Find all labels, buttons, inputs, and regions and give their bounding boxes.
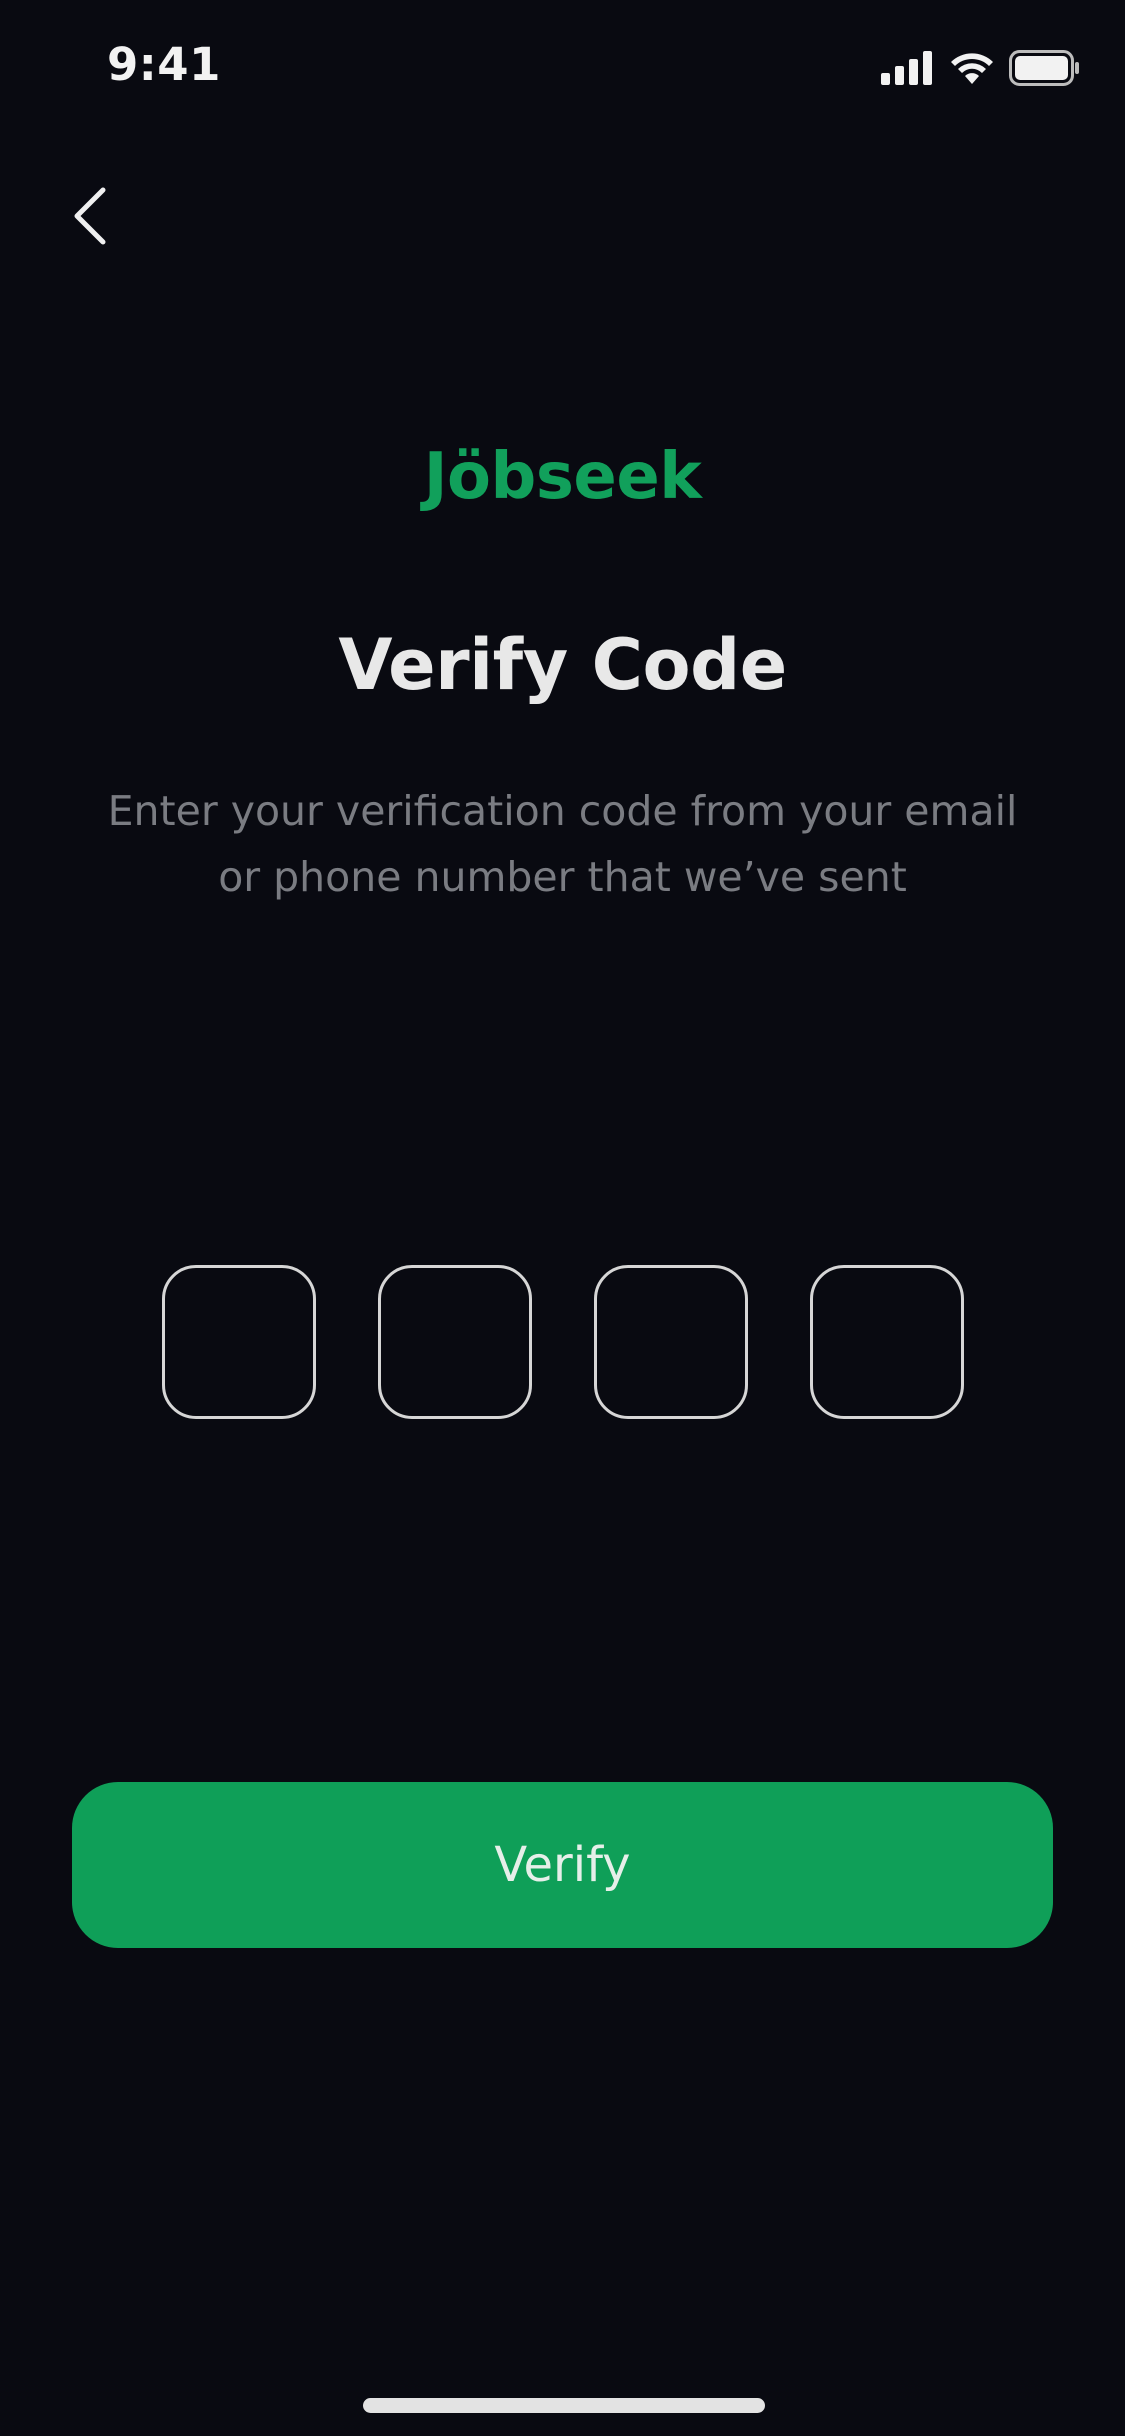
page-title: Verify Code	[338, 624, 787, 706]
chevron-left-icon	[74, 187, 106, 245]
subtitle-line-2: or phone number that we’ve sent	[218, 853, 907, 901]
verify-button[interactable]: Verify	[72, 1782, 1053, 1948]
brand-logo: Jöbseek	[423, 440, 702, 514]
wifi-icon	[951, 53, 993, 84]
code-digit-1[interactable]	[162, 1265, 316, 1419]
status-time: 9:41	[107, 38, 221, 91]
code-digit-2[interactable]	[378, 1265, 532, 1419]
verification-code-inputs	[162, 1265, 966, 1421]
home-indicator[interactable]	[363, 2398, 765, 2413]
page-subtitle: Enter your verification code from your e…	[100, 778, 1025, 910]
battery-icon	[1009, 50, 1079, 86]
back-button[interactable]	[58, 180, 122, 252]
subtitle-line-1: Enter your verification code from your e…	[107, 787, 1018, 835]
status-bar: 9:41	[0, 0, 1125, 135]
cellular-signal-icon	[881, 51, 932, 85]
code-digit-4[interactable]	[810, 1265, 964, 1419]
status-icons	[881, 48, 1081, 88]
code-digit-3[interactable]	[594, 1265, 748, 1419]
